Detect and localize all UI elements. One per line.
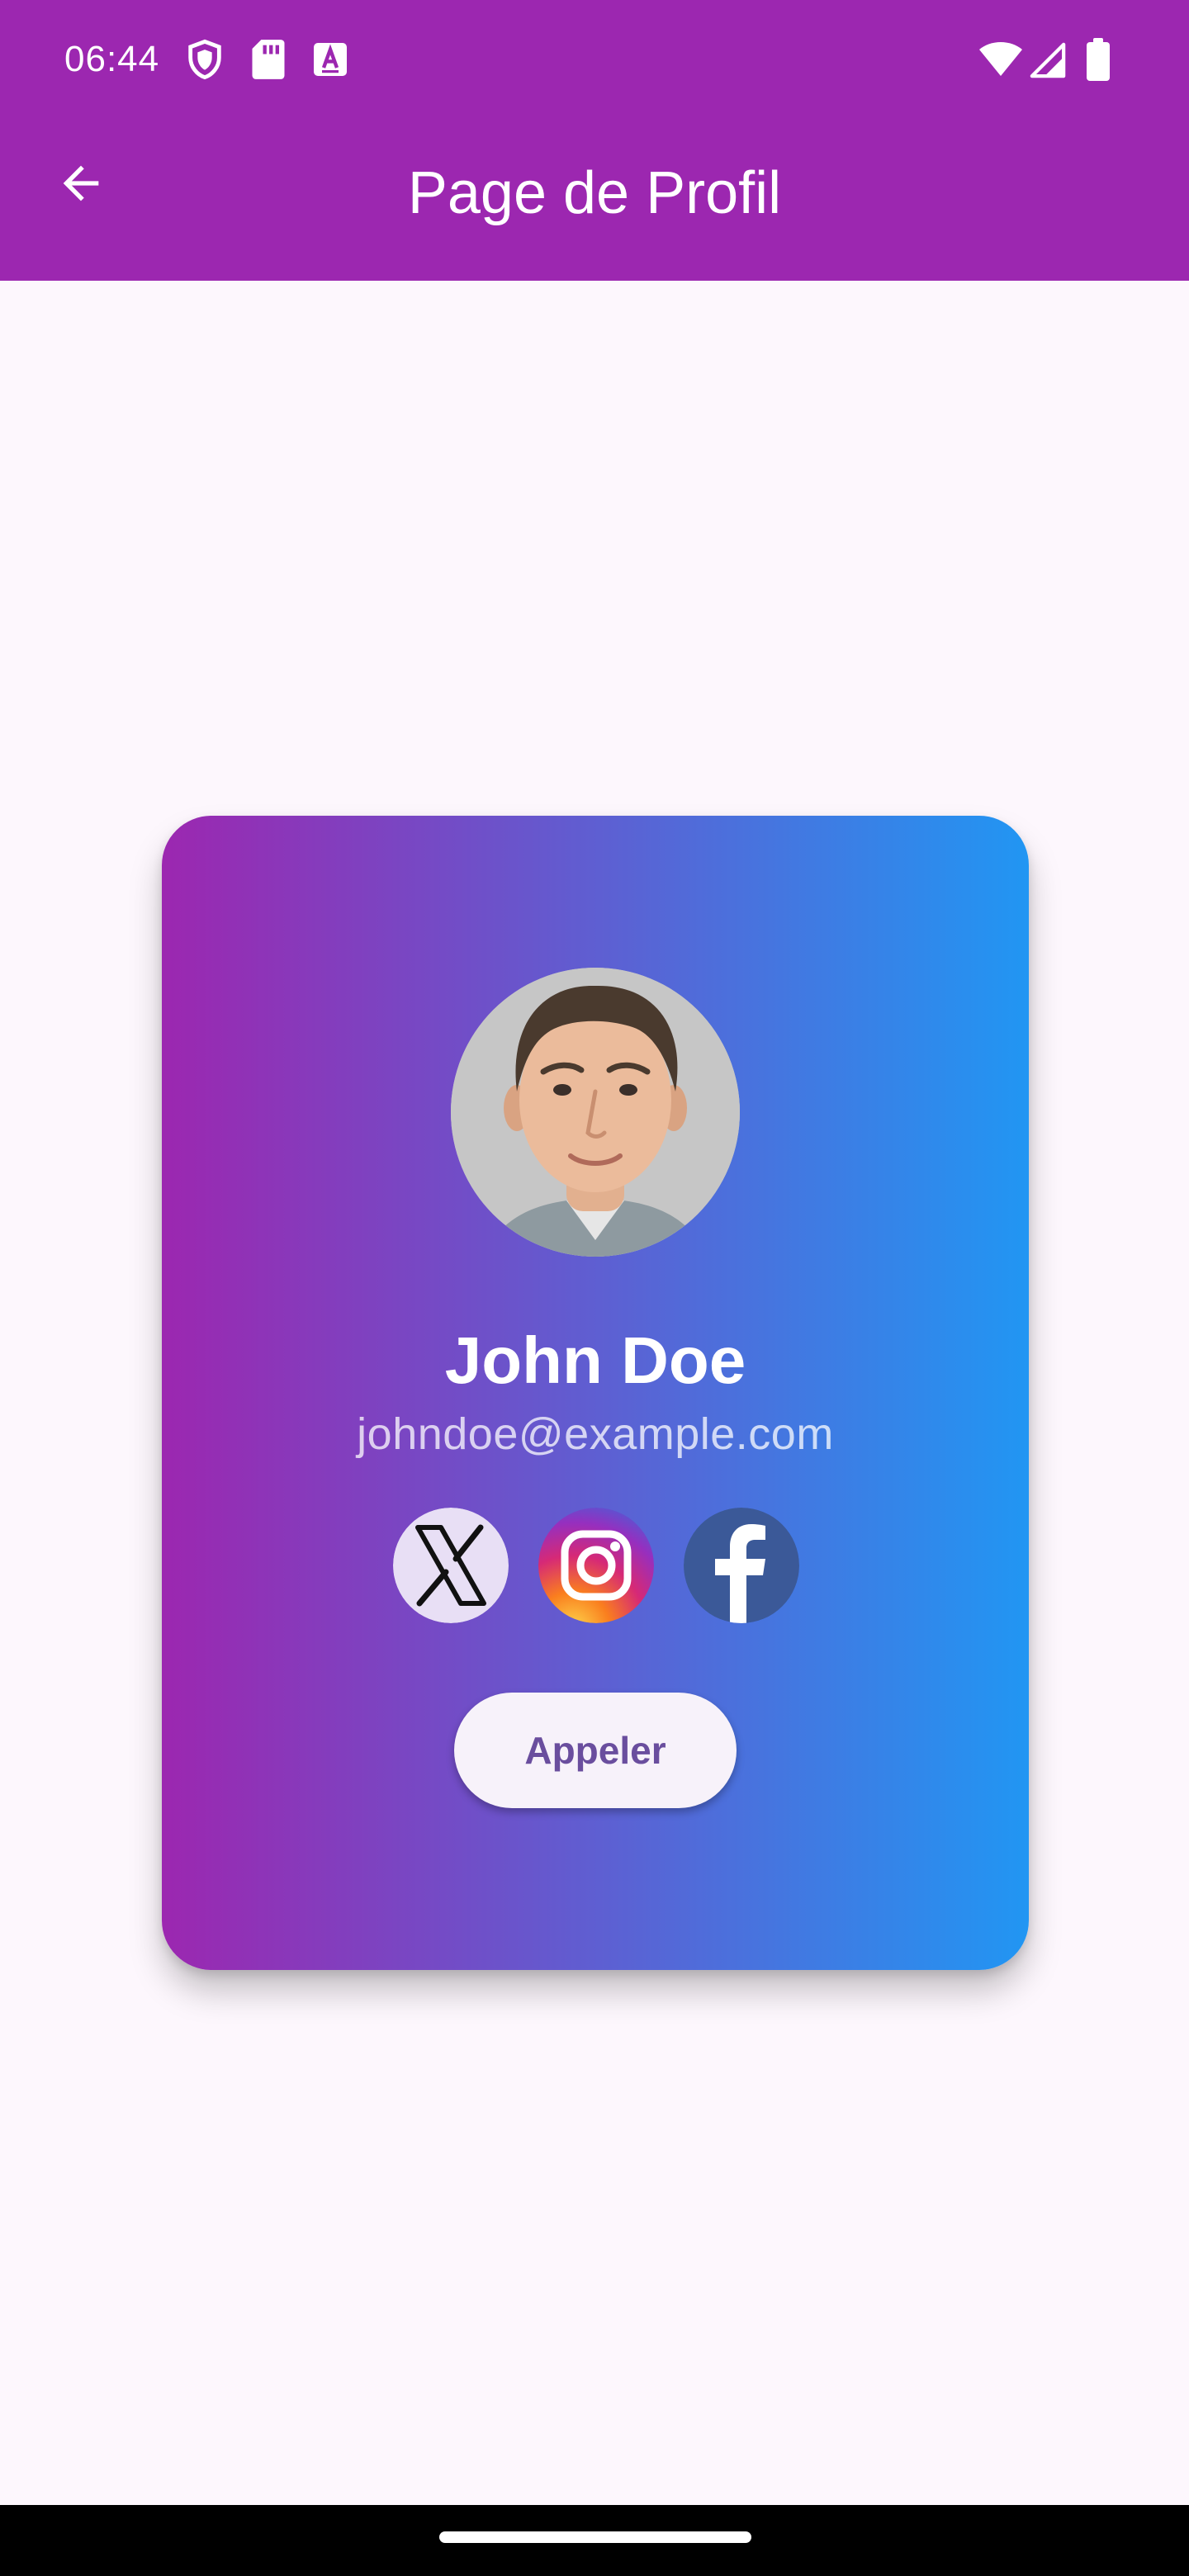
keyboard-a-icon (312, 41, 348, 82)
navigation-bar (0, 2505, 1189, 2576)
facebook-button[interactable] (684, 1508, 799, 1623)
sd-card-icon (249, 38, 287, 85)
instagram-icon (538, 1508, 654, 1623)
call-button[interactable]: Appeler (454, 1693, 737, 1808)
wifi-icon (978, 40, 1024, 83)
instagram-button[interactable] (538, 1508, 654, 1623)
profile-card: John Doe johndoe@example.com Appeler (162, 816, 1029, 1970)
x-button[interactable] (393, 1508, 509, 1623)
status-time: 06:44 (64, 39, 160, 79)
cell-signal-icon (1029, 41, 1067, 83)
battery-icon (1087, 38, 1110, 85)
status-bar: 06:44 (0, 0, 1189, 119)
facebook-icon (684, 1508, 799, 1623)
shield-icon (183, 38, 226, 85)
social-links (162, 1508, 1029, 1623)
profile-name: John Doe (444, 1324, 746, 1397)
home-indicator[interactable] (439, 2531, 751, 2543)
app-bar: Page de Profil (0, 119, 1189, 281)
page-title: Page de Profil (407, 160, 782, 226)
x-icon (393, 1508, 509, 1623)
avatar (451, 968, 740, 1257)
profile-email: johndoe@example.com (357, 1409, 834, 1459)
